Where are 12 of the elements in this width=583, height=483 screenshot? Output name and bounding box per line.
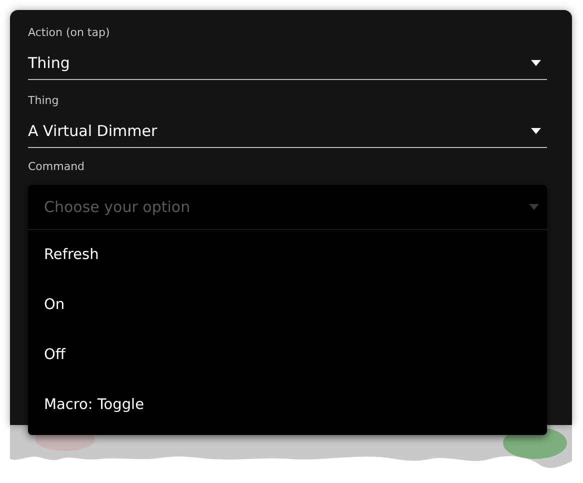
field-label: Command bbox=[28, 160, 86, 173]
field-label: Thing bbox=[28, 94, 60, 107]
caret-icon bbox=[531, 60, 541, 66]
dropdown-option[interactable]: Off bbox=[28, 330, 547, 380]
dropdown-option[interactable]: On bbox=[28, 280, 547, 330]
dropdown-option[interactable]: Refresh bbox=[28, 230, 547, 280]
field-label: Action (on tap) bbox=[28, 26, 111, 39]
caret-icon bbox=[531, 128, 541, 134]
select-field[interactable]: Thing bbox=[28, 47, 547, 80]
select-field[interactable]: A Virtual Dimmer bbox=[28, 115, 547, 148]
caret-icon bbox=[529, 204, 539, 210]
dropdown-option[interactable]: Macro: Toggle bbox=[28, 380, 547, 430]
